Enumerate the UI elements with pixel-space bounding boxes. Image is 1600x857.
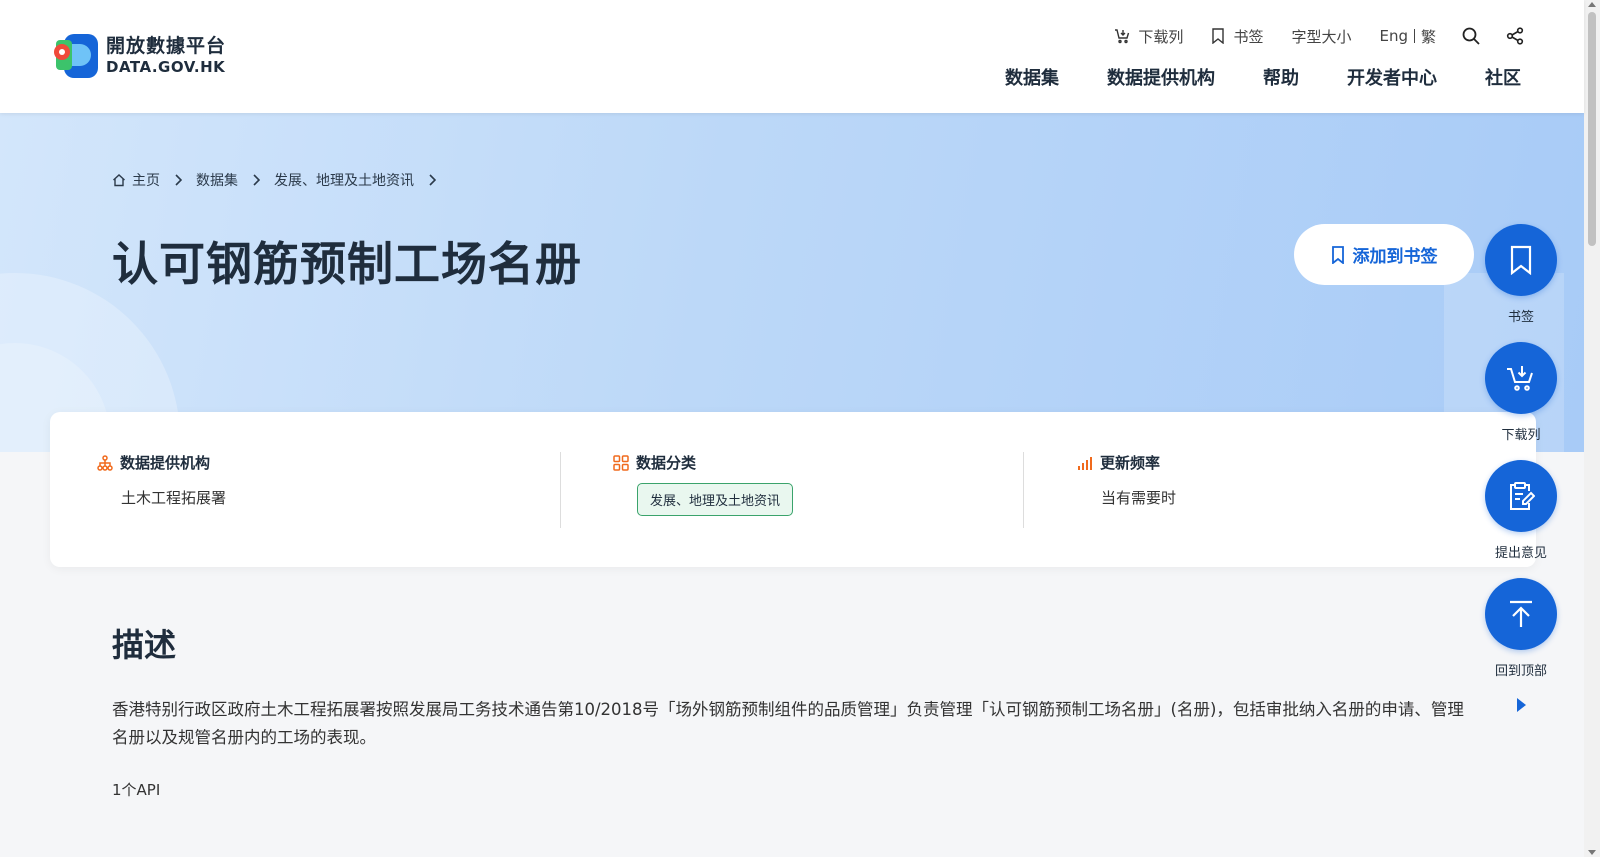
nav-datasets[interactable]: 数据集: [1005, 64, 1059, 90]
caret-right-icon: [1517, 698, 1526, 712]
share-icon: [1506, 27, 1524, 45]
category-tag[interactable]: 发展、地理及土地资讯: [637, 483, 794, 516]
breadcrumb: 主页 数据集 发展、地理及土地资讯: [112, 170, 450, 190]
breadcrumb-datasets[interactable]: 数据集: [196, 170, 238, 190]
lang-english[interactable]: Eng: [1379, 27, 1408, 45]
add-bookmark-button[interactable]: 添加到书签: [1294, 224, 1474, 285]
fab-download-list[interactable]: 下载列: [1485, 342, 1557, 443]
grid-category-icon: [613, 454, 629, 471]
bookmark-link[interactable]: 书签: [1211, 26, 1263, 47]
fab-back-to-top-label: 回到顶部: [1494, 664, 1547, 679]
font-size-label: 字型大小: [1291, 27, 1352, 46]
font-size-link[interactable]: 字型大小: [1291, 26, 1351, 47]
fab-bookmark-label: 书签: [1507, 310, 1534, 325]
scroll-down-arrow[interactable]: [1588, 850, 1596, 855]
utility-bar: 下载列 书签 字型大小 Eng 繁: [1086, 24, 1524, 48]
fab-feedback-label: 提出意见: [1494, 546, 1547, 561]
lang-traditional-chinese[interactable]: 繁: [1421, 26, 1436, 47]
fab-back-to-top[interactable]: 回到顶部: [1485, 578, 1557, 679]
dataset-info-card: 数据提供机构 土木工程拓展署 数据分类 发展、地理及土地资讯 更新频率 当有需要…: [50, 412, 1536, 567]
cart-download-icon: [1115, 29, 1130, 44]
frequency-label: 更新频率: [1100, 454, 1161, 472]
search-icon: [1462, 27, 1480, 45]
bookmark-icon: [1510, 245, 1532, 275]
language-switcher: Eng 繁: [1379, 26, 1436, 47]
search-button[interactable]: [1462, 27, 1480, 45]
page-scrollbar[interactable]: [1584, 0, 1600, 857]
bookmark-label: 书签: [1233, 27, 1264, 46]
category-section: 数据分类 发展、地理及土地资讯: [613, 452, 794, 516]
nav-developer-center[interactable]: 开发者中心: [1347, 64, 1437, 90]
frequency-value: 当有需要时: [1101, 489, 1177, 507]
download-list-link[interactable]: 下载列: [1114, 26, 1183, 47]
breadcrumb-home[interactable]: 主页: [112, 170, 160, 190]
api-count: 1个API: [112, 781, 161, 799]
description-text: 香港特别行政区政府土木工程拓展署按照发展局工务技术通告第10/2018号「场外钢…: [112, 700, 1464, 747]
provider-section: 数据提供机构 土木工程拓展署: [97, 452, 226, 508]
add-bookmark-label: 添加到书签: [1352, 247, 1438, 267]
fab-download-list-label: 下载列: [1501, 428, 1541, 443]
description-heading: 描述: [112, 626, 177, 664]
clipboard-edit-icon: [1510, 482, 1535, 510]
logo-chinese-text: 開放數據平台: [106, 35, 227, 57]
arrow-up-icon: [1510, 600, 1532, 627]
site-header: 開放數據平台 DATA.GOV.HK 下载列 书签 字型大小 Eng 繁 数据集…: [0, 0, 1584, 113]
chevron-right-icon: [175, 174, 182, 186]
home-icon: [113, 174, 125, 187]
logo-icon: [50, 30, 102, 82]
scrollbar-thumb[interactable]: [1588, 12, 1596, 246]
chevron-right-icon: [429, 174, 436, 186]
breadcrumb-home-label: 主页: [132, 173, 160, 189]
category-label: 数据分类: [636, 454, 697, 472]
info-divider: [1023, 452, 1024, 528]
frequency-section: 更新频率 当有需要时: [1077, 452, 1176, 508]
scroll-up-arrow[interactable]: [1588, 2, 1596, 7]
nav-data-providers[interactable]: 数据提供机构: [1107, 64, 1215, 90]
main-navigation: 数据集 数据提供机构 帮助 开发者中心 社区: [957, 64, 1521, 90]
provider-label: 数据提供机构: [120, 454, 211, 472]
fab-feedback[interactable]: 提出意见: [1485, 460, 1557, 561]
download-list-label: 下载列: [1138, 27, 1184, 46]
share-button[interactable]: [1506, 27, 1524, 45]
cart-download-icon: [1507, 366, 1533, 391]
signal-bars-icon: [1078, 456, 1092, 470]
nav-help[interactable]: 帮助: [1263, 64, 1299, 90]
breadcrumb-category[interactable]: 发展、地理及土地资讯: [274, 170, 414, 190]
chevron-right-icon: [253, 174, 260, 186]
logo-english-text: DATA.GOV.HK: [106, 58, 226, 76]
bookmark-icon: [1331, 245, 1344, 264]
nav-community[interactable]: 社区: [1485, 64, 1521, 90]
provider-value[interactable]: 土木工程拓展署: [121, 487, 226, 508]
page-title: 认可钢筋预制工场名册: [112, 237, 582, 291]
info-divider: [560, 452, 561, 528]
bookmark-icon: [1212, 28, 1225, 44]
lang-separator: [1413, 29, 1415, 43]
expand-arrow-button[interactable]: [1515, 697, 1527, 717]
fab-bookmark[interactable]: 书签: [1485, 224, 1557, 325]
org-chart-icon: [97, 454, 113, 471]
site-logo[interactable]: 開放數據平台 DATA.GOV.HK: [50, 30, 226, 82]
